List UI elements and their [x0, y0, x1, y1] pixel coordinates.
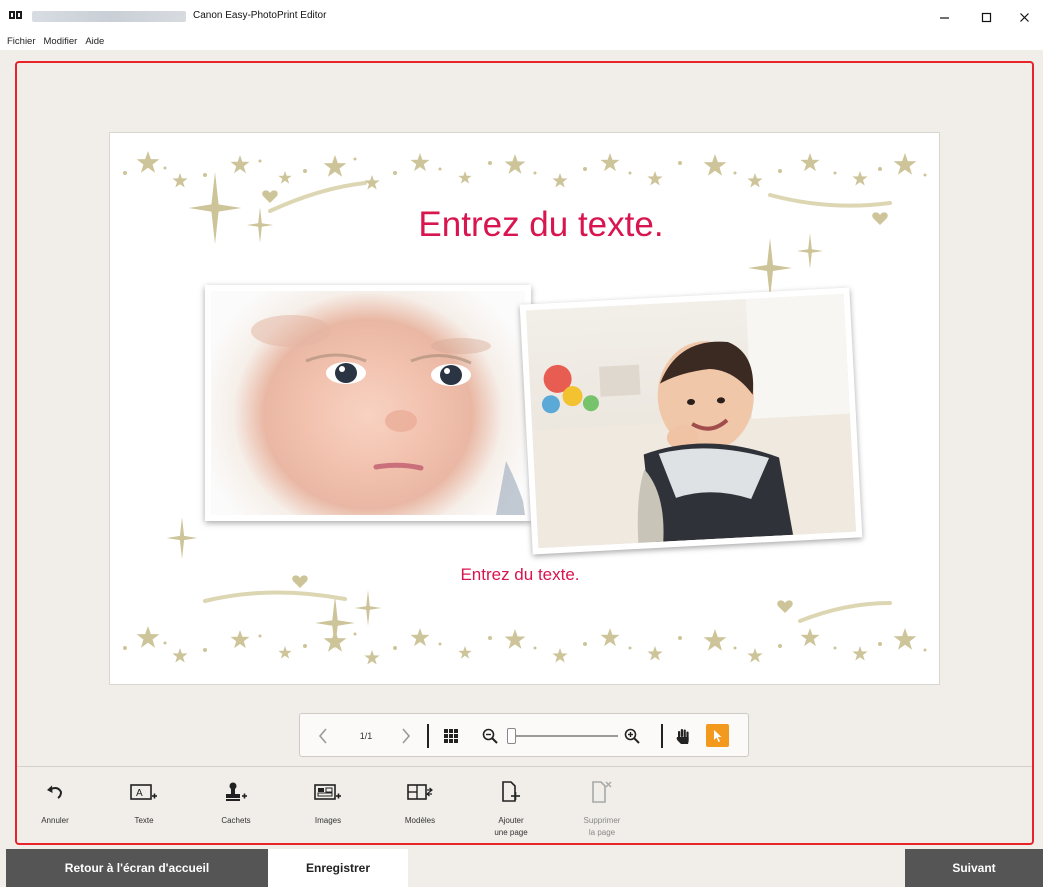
previous-page-button[interactable] [310, 714, 336, 758]
undo-button[interactable]: Annuler [20, 778, 90, 827]
maximize-icon [981, 12, 991, 22]
templates-label: Modèles [404, 816, 436, 825]
add-images-label: Images [314, 816, 342, 825]
separator [661, 724, 663, 748]
delete-page-label: Supprimer la page [583, 816, 621, 837]
zoom-out-button[interactable] [478, 714, 502, 758]
add-text-button[interactable]: A Texte [109, 778, 179, 827]
zoom-in-button[interactable] [620, 714, 644, 758]
grid-icon [444, 729, 458, 743]
window-title: Canon Easy-PhotoPrint Editor [193, 10, 327, 21]
baby-face-illustration [251, 315, 525, 515]
close-button[interactable] [1010, 6, 1038, 28]
title-bar: Canon Easy-PhotoPrint Editor [0, 0, 1043, 32]
svg-text:A: A [136, 788, 143, 799]
back-to-home-button[interactable]: Retour à l'écran d'accueil [6, 849, 268, 887]
chevron-left-icon [318, 728, 327, 744]
subtitle-text-box[interactable]: Entrez du texte. [400, 565, 640, 585]
delete-page-button[interactable]: Supprimer la page [567, 778, 637, 839]
photo-frame-2[interactable] [519, 287, 863, 555]
page-indicator: 1/1 [359, 731, 373, 741]
separator [427, 724, 429, 748]
menu-fichier[interactable]: Fichier [7, 36, 36, 47]
zoom-slider-track[interactable] [514, 735, 618, 737]
menu-aide[interactable]: Aide [85, 36, 104, 47]
templates-button[interactable]: Modèles [385, 778, 455, 827]
heading-text-box[interactable]: Entrez du texte. [391, 205, 691, 245]
pointer-icon [713, 729, 721, 742]
add-text-icon: A [130, 784, 157, 800]
undo-icon [47, 785, 63, 799]
next-button[interactable]: Suivant [905, 849, 1043, 887]
delete-page-icon [592, 781, 612, 803]
add-page-icon [502, 781, 520, 802]
menu-modifier[interactable]: Modifier [44, 36, 78, 47]
add-images-button[interactable]: Images [293, 778, 363, 827]
stamps-label: Cachets [221, 816, 251, 825]
canon-app-icon [9, 11, 22, 19]
chevron-right-icon [402, 728, 411, 744]
tools-divider [17, 766, 1032, 767]
minimize-button[interactable] [930, 6, 958, 28]
next-page-button[interactable] [394, 714, 418, 758]
save-button[interactable]: Enregistrer [268, 849, 408, 887]
zoom-in-icon [624, 728, 640, 744]
baby-face-photo [211, 291, 525, 515]
menu-bar: Fichier Modifier Aide [0, 33, 1043, 49]
hand-icon [676, 729, 689, 744]
canvas-page[interactable]: Entrez du texte. Entrez du texte. [109, 132, 940, 685]
photo-frame-1[interactable] [205, 285, 531, 521]
templates-icon [407, 784, 433, 800]
page-navigation-toolbar: 1/1 [299, 713, 749, 757]
baby-smiling-illustration [532, 293, 857, 549]
add-page-label: Ajouter une page [494, 816, 528, 837]
blurred-file-name [32, 11, 186, 22]
select-tool-button[interactable] [706, 724, 729, 747]
maximize-button[interactable] [972, 6, 1000, 28]
zoom-slider-thumb[interactable] [507, 728, 516, 744]
add-text-label: Texte [134, 816, 154, 825]
thumbnail-view-button[interactable] [438, 714, 464, 758]
add-image-icon [314, 784, 341, 800]
baby-smiling-photo [525, 293, 857, 549]
stamps-button[interactable]: Cachets [201, 778, 271, 827]
minimize-icon [939, 16, 949, 19]
zoom-out-icon [482, 728, 498, 744]
pan-tool-button[interactable] [671, 714, 695, 758]
close-icon [1019, 12, 1029, 22]
add-page-button[interactable]: Ajouter une page [476, 778, 546, 839]
undo-label: Annuler [41, 816, 69, 825]
stamp-icon [226, 782, 247, 801]
